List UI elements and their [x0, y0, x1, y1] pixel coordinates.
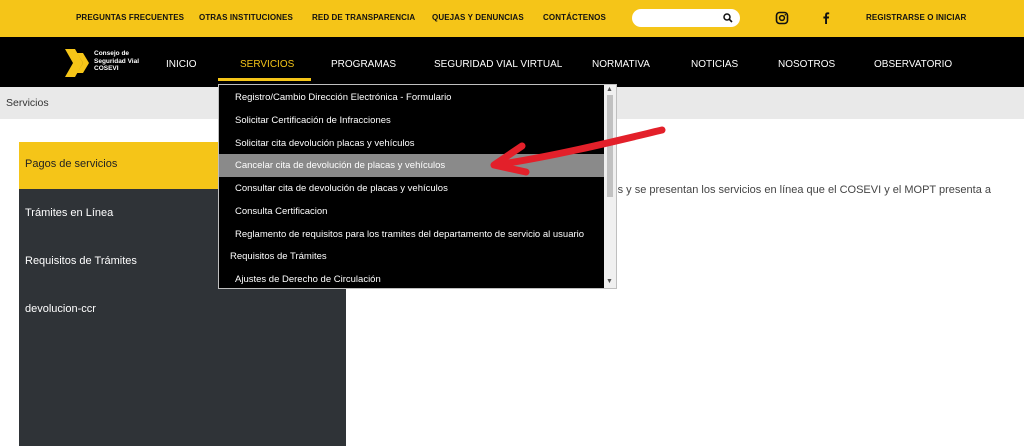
sidebar-item-tramites-en-linea[interactable]: Trámites en Línea	[25, 207, 113, 219]
dropdown-item[interactable]: Reglamento de requisitos para los tramit…	[219, 223, 604, 246]
nav-active-underline	[218, 78, 311, 81]
dropdown-item[interactable]: Consulta Certificacion	[219, 200, 604, 223]
scroll-up-icon[interactable]: ▲	[606, 86, 613, 93]
facebook-icon[interactable]	[819, 11, 833, 25]
sidebar-item-requisitos-de-tramites[interactable]: Requisitos de Trámites	[25, 255, 137, 267]
nav-programas[interactable]: PROGRAMAS	[331, 59, 396, 70]
main-intro-text: ites y se presentan los servicios en lín…	[606, 184, 991, 196]
nav-normativa[interactable]: NORMATIVA	[592, 59, 650, 70]
nav-inicio[interactable]: INICIO	[166, 59, 197, 70]
dropdown-item[interactable]: Ajustes de Derecho de Circulación	[219, 268, 604, 291]
dropdown-item[interactable]: Registro/Cambio Dirección Electrónica - …	[219, 86, 604, 109]
register-login-link[interactable]: REGISTRARSE O INICIAR	[866, 13, 966, 22]
servicios-dropdown: Registro/Cambio Dirección Electrónica - …	[218, 84, 617, 289]
other-institutions-link[interactable]: OTRAS INSTITUCIONES	[199, 13, 293, 22]
nav-servicios[interactable]: SERVICIOS	[240, 59, 294, 70]
search-input[interactable]	[640, 11, 724, 26]
search-icon[interactable]	[722, 12, 734, 24]
search-box[interactable]	[632, 9, 740, 27]
sidebar-item-devolucion-ccr[interactable]: devolucion-ccr	[25, 303, 96, 315]
complaints-link[interactable]: QUEJAS Y DENUNCIAS	[432, 13, 524, 22]
breadcrumb: Servicios	[6, 97, 49, 109]
dropdown-item[interactable]: Requisitos de Trámites	[219, 245, 604, 268]
nav-nosotros[interactable]: NOSOTROS	[778, 59, 835, 70]
dropdown-item[interactable]: Consultar cita de devolución de placas y…	[219, 177, 604, 200]
logo-text: Consejo de Seguridad Vial COSEVI	[94, 50, 140, 72]
nav-observatorio[interactable]: OBSERVATORIO	[874, 59, 952, 70]
nav-noticias[interactable]: NOTICIAS	[691, 59, 738, 70]
contact-link[interactable]: CONTÁCTENOS	[543, 13, 606, 22]
nav-seguridad-vial-virtual[interactable]: SEGURIDAD VIAL VIRTUAL	[434, 59, 562, 70]
scroll-down-icon[interactable]: ▼	[606, 278, 613, 285]
instagram-icon[interactable]	[775, 11, 789, 25]
transparency-link[interactable]: RED DE TRANSPARENCIA	[312, 13, 415, 22]
red-arrow-icon	[490, 126, 666, 176]
sidebar-item-pagos-de-servicios[interactable]: Pagos de servicios	[25, 158, 117, 170]
faq-link[interactable]: PREGUNTAS FRECUENTES	[76, 13, 184, 22]
